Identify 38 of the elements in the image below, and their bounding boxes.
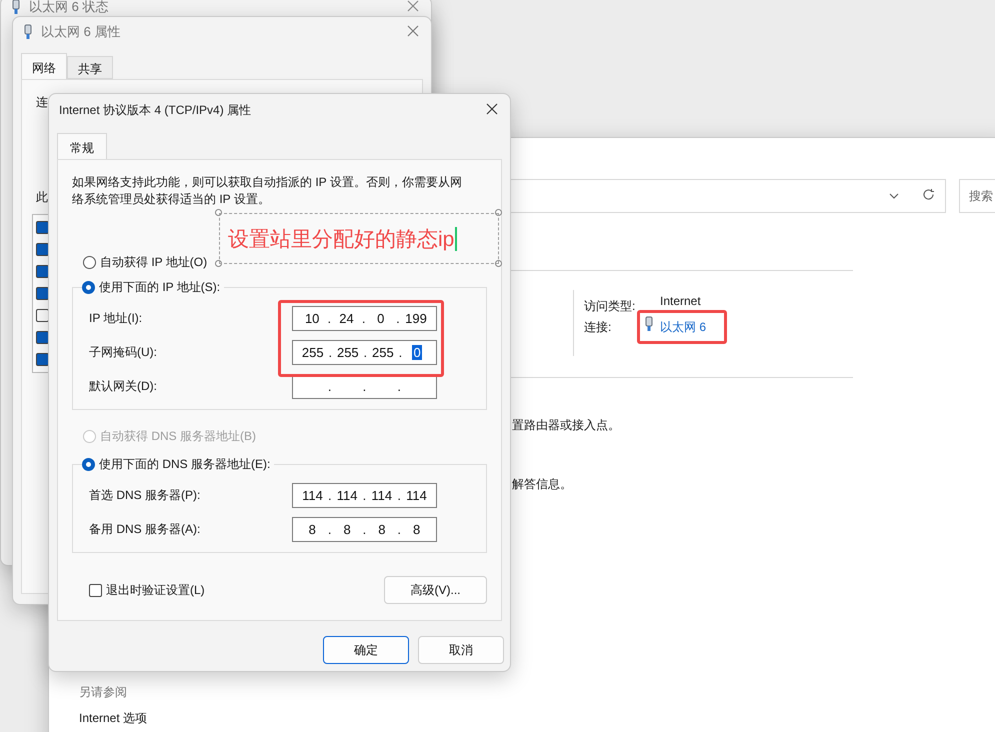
access-type-value: Internet [660, 294, 701, 308]
window-title: 以太网 6 状态 [29, 0, 110, 16]
connection-label: 连接: [584, 319, 612, 336]
see-also-heading: 另请参阅 [79, 684, 127, 701]
field-label: 默认网关(D): [89, 378, 158, 395]
octet-separator: . [396, 311, 400, 326]
octet-separator: . [397, 522, 402, 537]
octet-separator: . [397, 488, 401, 503]
dialog-title: Internet 协议版本 4 (TCP/IPv4) 属性 [59, 102, 252, 118]
octet-separator: . [328, 345, 332, 360]
field-label: 子网掩码(U): [89, 344, 158, 361]
field-label: 备用 DNS 服务器(A): [89, 521, 202, 538]
window-title: 以太网 6 属性 [41, 23, 122, 41]
checkbox-label: 退出时验证设置(L) [106, 582, 206, 598]
octet-separator: . [328, 379, 332, 394]
octet-separator: . [362, 379, 366, 394]
description-text: 如果网络支持此功能，则可以获取自动指派的 IP 设置。否则，你需要从网络系统管理员处获得适当的 IP 设置。 [72, 174, 463, 208]
section-label: 连 [36, 94, 48, 111]
section-label: 此 [36, 189, 48, 206]
field-label: 首选 DNS 服务器(P): [89, 487, 202, 504]
field-label: IP 地址(I): [89, 310, 144, 327]
octet-separator: . [364, 345, 368, 360]
octet-separator: . [362, 522, 366, 537]
help-text: 置路由器或接入点。 [512, 417, 620, 434]
annotation-text: 设置站里分配好的静态ip [228, 226, 454, 252]
octet-separator: . [328, 311, 332, 326]
octet-separator: . [397, 379, 402, 394]
radio-label: 使用下面的 IP 地址(S): [99, 279, 220, 296]
help-text: 解答信息。 [512, 476, 572, 493]
octet-separator: . [362, 488, 366, 503]
radio-label: 自动获得 IP 地址(O) [100, 254, 208, 271]
octet-separator: . [328, 522, 332, 537]
radio-label: 自动获得 DNS 服务器地址(B) [100, 428, 256, 445]
radio-label: 使用下面的 DNS 服务器地址(E): [99, 456, 270, 473]
octet-separator: . [328, 488, 332, 503]
octet-separator: . [362, 311, 366, 326]
octet-separator: . [398, 345, 402, 360]
access-type-label: 访问类型: [584, 298, 636, 315]
